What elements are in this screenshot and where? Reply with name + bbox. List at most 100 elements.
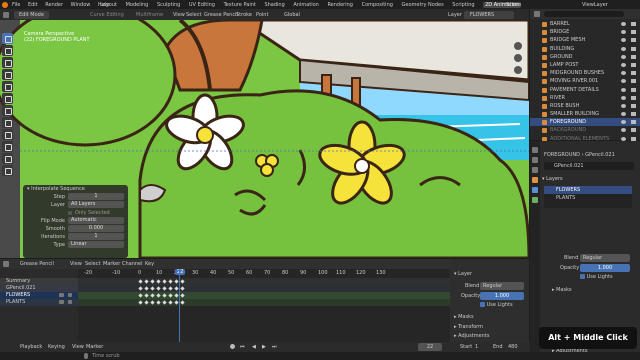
tab-animation[interactable]: Animation xyxy=(293,2,319,8)
menu-point[interactable]: Point xyxy=(256,12,268,18)
camera-icon[interactable] xyxy=(631,79,636,84)
type-select[interactable]: Linear xyxy=(68,241,124,248)
multiframe-toggle[interactable]: Multiframe xyxy=(136,12,163,18)
current-frame-indicator[interactable]: 22 xyxy=(175,269,186,275)
ds-use-lights[interactable]: Use Lights xyxy=(480,302,513,308)
view-menu[interactable]: View xyxy=(72,344,84,350)
tab-uv-editing[interactable]: UV Editing xyxy=(189,2,215,8)
outliner-item[interactable]: MIDGROUND BUSHES xyxy=(530,69,640,77)
camera-icon[interactable] xyxy=(631,95,636,100)
tab-shading[interactable]: Shading xyxy=(264,2,284,8)
tab-scripting[interactable]: Scripting xyxy=(452,2,474,8)
outliner-item[interactable]: ROSE BUSH xyxy=(530,102,640,110)
menu-window[interactable]: Window xyxy=(71,2,91,8)
camera-icon[interactable] xyxy=(631,71,636,76)
iterations-field[interactable]: 1 xyxy=(68,233,124,240)
eye-icon[interactable] xyxy=(59,300,64,304)
ds-masks-header[interactable]: ▸ Masks xyxy=(454,314,474,320)
interpolate-tool-icon[interactable] xyxy=(2,165,13,176)
breadcrumb-object[interactable]: FOREGROUND xyxy=(544,152,580,158)
radius-tool-icon[interactable] xyxy=(2,153,13,164)
layers-panel-header[interactable]: ▾ Layers xyxy=(542,175,638,183)
jump-start-icon[interactable]: ⏮ xyxy=(240,344,245,350)
layer-op-select[interactable]: All Layers xyxy=(68,201,124,208)
checkbox-checked-icon[interactable] xyxy=(480,302,485,307)
ds-opacity-field[interactable]: 1.000 xyxy=(480,292,524,300)
menu-file[interactable]: File xyxy=(12,2,20,8)
outliner-item[interactable]: BUILDING xyxy=(530,45,640,53)
flip-select[interactable]: Automatic xyxy=(68,217,124,224)
menu-select[interactable]: Select xyxy=(186,12,201,18)
outliner-item-selected[interactable]: FOREGROUND xyxy=(530,118,640,127)
dopesheet-mode-select[interactable]: Grease Pencil xyxy=(20,261,54,267)
keying-menu[interactable]: Keying xyxy=(48,344,65,350)
camera-icon[interactable] xyxy=(631,38,636,43)
outliner-item[interactable]: GROUND xyxy=(530,53,640,61)
jump-end-icon[interactable]: ⏭ xyxy=(272,344,277,350)
eye-icon[interactable] xyxy=(621,128,626,133)
dopesheet-menu-channel[interactable]: Channel xyxy=(122,261,143,267)
dopesheet-menu-key[interactable]: Key xyxy=(145,261,154,267)
annotate-tool-icon[interactable] xyxy=(2,105,13,116)
keyframe-area[interactable] xyxy=(78,269,450,342)
shear-tool-icon[interactable] xyxy=(2,129,13,140)
editor-type-icon[interactable] xyxy=(3,11,9,18)
outliner-item[interactable]: BARREL xyxy=(530,20,640,28)
curve-editing-toggle[interactable]: Curve Editing xyxy=(90,12,124,18)
cursor-tool-icon[interactable] xyxy=(2,45,13,56)
eye-icon[interactable] xyxy=(621,62,626,67)
layer-item-plants[interactable]: PLANTS xyxy=(544,194,632,202)
tab-texture-paint[interactable]: Texture Paint xyxy=(224,2,256,8)
breadcrumb-data[interactable]: GPencil.021 xyxy=(585,152,615,158)
view-layer-name[interactable]: ViewLayer xyxy=(582,2,608,8)
eye-icon[interactable] xyxy=(59,293,64,297)
step-field[interactable]: 1 xyxy=(68,193,124,200)
zoom-icon[interactable] xyxy=(514,42,522,50)
eye-icon[interactable] xyxy=(621,71,626,76)
camera-icon[interactable] xyxy=(631,22,636,26)
start-field[interactable]: 1 xyxy=(475,344,478,350)
eye-icon[interactable] xyxy=(621,54,626,59)
outliner-item[interactable]: RIVER xyxy=(530,94,640,102)
ds-transform-header[interactable]: ▸ Transform xyxy=(454,324,483,330)
camera-icon[interactable] xyxy=(631,120,636,125)
props-blend-select[interactable]: Regular xyxy=(580,254,630,262)
camera-icon[interactable] xyxy=(631,87,636,92)
tool-tab-icon[interactable] xyxy=(532,147,538,153)
outliner-item[interactable]: LAMP POST xyxy=(530,61,640,69)
scale-tool-icon[interactable] xyxy=(2,81,13,92)
channel-object[interactable]: GPencil.021 xyxy=(0,285,78,292)
scene-name[interactable]: Scene xyxy=(506,2,521,8)
outliner-item[interactable]: BRIDGE MESH xyxy=(530,36,640,44)
props-use-lights[interactable]: Use Lights xyxy=(580,274,613,280)
dopesheet-editor-icon[interactable] xyxy=(3,261,9,267)
to-sphere-tool-icon[interactable] xyxy=(2,141,13,152)
eye-icon[interactable] xyxy=(621,30,626,35)
eye-icon[interactable] xyxy=(621,103,626,108)
play-reverse-icon[interactable]: ◀ xyxy=(252,344,256,350)
eye-icon[interactable] xyxy=(621,38,626,43)
play-icon[interactable]: ▶ xyxy=(262,344,266,350)
select-tool-icon[interactable] xyxy=(2,33,13,44)
blender-logo-icon[interactable] xyxy=(2,1,8,8)
ds-layer-header[interactable]: ▾ Layer xyxy=(454,271,472,277)
channel-flowers[interactable]: FLOWERS xyxy=(0,292,78,299)
tab-layout[interactable]: Layout xyxy=(100,2,117,8)
eye-icon[interactable] xyxy=(621,46,626,51)
props-masks-header[interactable]: ▸ Masks xyxy=(552,287,572,293)
playhead-line[interactable] xyxy=(179,269,180,342)
eye-icon[interactable] xyxy=(621,120,626,125)
ds-adjustments-header[interactable]: ▸ Adjustments xyxy=(454,333,489,339)
channel-plants[interactable]: PLANTS xyxy=(0,299,78,306)
operator-title-row[interactable]: ▾ Interpolate Sequence xyxy=(23,185,128,193)
marker-menu[interactable]: Marker xyxy=(86,344,103,350)
outliner-item[interactable]: SMALLER BUILDING xyxy=(530,110,640,118)
lock-icon[interactable] xyxy=(68,293,72,297)
lock-icon[interactable] xyxy=(68,300,72,304)
tab-rendering[interactable]: Rendering xyxy=(327,2,353,8)
smooth-field[interactable]: 0.000 xyxy=(68,225,124,232)
menu-render[interactable]: Render xyxy=(45,2,63,8)
props-opacity-field[interactable]: 1.000 xyxy=(580,264,630,272)
outliner-item[interactable]: MOVING RIVER.001 xyxy=(530,77,640,85)
camera-icon[interactable] xyxy=(631,62,636,67)
